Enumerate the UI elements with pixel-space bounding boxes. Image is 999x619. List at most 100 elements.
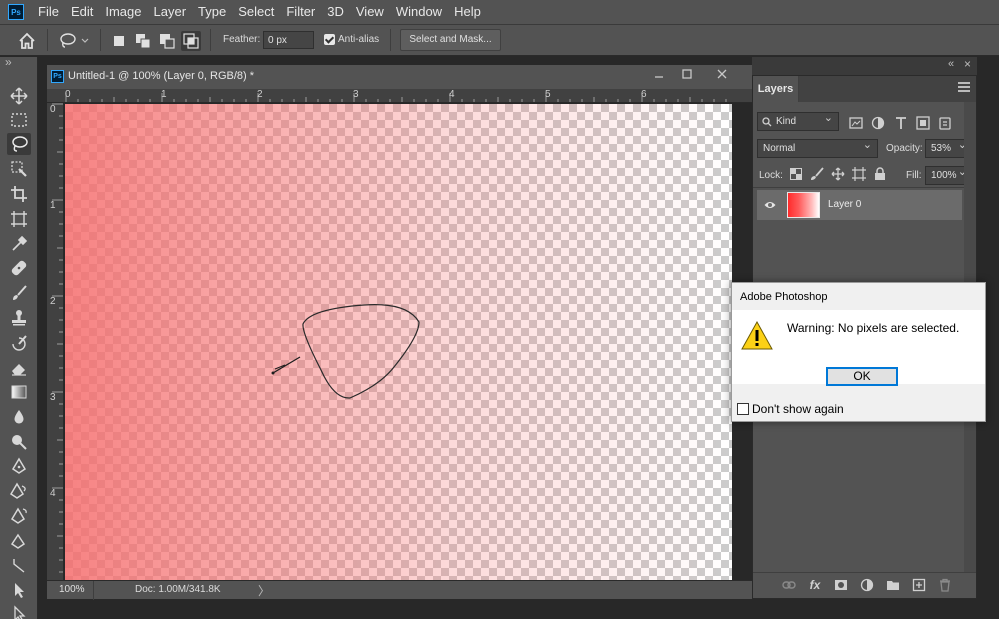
add-anchor-tool[interactable] <box>7 530 31 552</box>
home-icon[interactable] <box>17 31 37 51</box>
toolbar-collapse-icon[interactable]: » <box>5 55 12 69</box>
minimize-button[interactable] <box>646 65 672 85</box>
lock-transparent-pixels-icon[interactable] <box>790 168 802 180</box>
document-tab[interactable]: Ps Untitled-1 @ 100% (Layer 0, RGB/8) * <box>47 65 752 89</box>
feather-input[interactable] <box>263 31 314 49</box>
canvas-area[interactable] <box>64 103 752 580</box>
menu-view[interactable]: View <box>350 0 390 24</box>
blend-mode-dropdown[interactable]: Normal <box>757 139 878 158</box>
dialog-title: Adobe Photoshop <box>740 291 827 303</box>
smart-object-filter-icon[interactable] <box>938 116 952 130</box>
ok-button[interactable]: OK <box>826 367 898 386</box>
rect-marquee-tool[interactable] <box>7 109 31 131</box>
eraser-tool[interactable] <box>7 357 31 379</box>
select-and-mask-button[interactable]: Select and Mask... <box>400 29 501 51</box>
ruler-top-label: 6 <box>641 89 647 100</box>
group-folder-icon[interactable] <box>886 578 900 592</box>
gradient-tool[interactable] <box>7 381 31 403</box>
layers-tab[interactable]: Layers <box>753 76 799 102</box>
menu-layer[interactable]: Layer <box>148 0 193 24</box>
path-select-tool[interactable] <box>7 579 31 601</box>
curvature-pen-tool[interactable] <box>7 505 31 527</box>
subtract-from-selection-icon[interactable] <box>157 31 177 51</box>
lock-position-icon[interactable] <box>831 167 845 181</box>
adjustment-icon[interactable] <box>860 578 874 592</box>
eye-icon[interactable] <box>764 199 776 211</box>
menu-image[interactable]: Image <box>99 0 147 24</box>
stamp-tool[interactable] <box>7 307 31 329</box>
lasso-preset-icon[interactable] <box>58 31 90 51</box>
mask-icon[interactable] <box>834 578 848 592</box>
line-icon <box>10 556 28 574</box>
layer-filter-dropdown[interactable]: Kind <box>757 112 839 131</box>
history-brush-tool[interactable] <box>7 332 31 354</box>
fx-icon[interactable]: fx <box>808 578 822 592</box>
search-icon <box>762 117 772 127</box>
menu-bar: Ps File Edit Image Layer Type Select Fil… <box>0 0 999 24</box>
menu-select[interactable]: Select <box>232 0 280 24</box>
freeform-pen-tool[interactable] <box>7 480 31 502</box>
menu-3d[interactable]: 3D <box>321 0 350 24</box>
blend-mode-value: Normal <box>763 143 795 154</box>
healing-brush-tool[interactable] <box>7 257 31 279</box>
blur-drop-icon <box>10 408 28 426</box>
zoom-level[interactable]: 100% <box>59 584 85 595</box>
crop-tool[interactable] <box>7 183 31 205</box>
dodge-tool[interactable] <box>7 431 31 453</box>
lock-label: Lock: <box>759 170 783 181</box>
layer-thumbnail[interactable] <box>787 192 820 218</box>
ruler-top-label: 4 <box>449 89 455 100</box>
brush-tool[interactable] <box>7 282 31 304</box>
anti-alias-checkbox[interactable] <box>324 34 335 45</box>
adjustment-filter-icon[interactable] <box>871 116 885 130</box>
lasso-tool[interactable] <box>7 133 31 155</box>
lock-image-pixels-icon[interactable] <box>810 167 824 181</box>
anchor-pen-icon <box>10 532 28 550</box>
close-document-button[interactable] <box>709 65 735 85</box>
pen-tool[interactable] <box>7 455 31 477</box>
new-selection-icon[interactable] <box>109 31 129 51</box>
collapse-panels-icon[interactable]: « <box>948 58 954 70</box>
trash-icon[interactable] <box>938 578 952 592</box>
lasso-path-overlay <box>64 103 752 580</box>
ruler-left-label: 1 <box>50 200 56 211</box>
fill-value: 100% <box>931 170 957 181</box>
direct-select-icon <box>10 605 28 619</box>
eyedropper-tool[interactable] <box>7 233 31 255</box>
direct-select-tool[interactable] <box>7 603 31 619</box>
menu-filter[interactable]: Filter <box>280 0 321 24</box>
shape-filter-icon[interactable] <box>916 116 930 130</box>
close-panel-icon[interactable]: × <box>964 57 971 71</box>
horizontal-ruler[interactable]: 0 1 2 3 4 5 6 <box>47 89 752 103</box>
menu-window[interactable]: Window <box>390 0 448 24</box>
status-menu-arrow-icon[interactable]: 〉 <box>258 582 270 599</box>
warning-icon <box>741 321 773 351</box>
frame-tool[interactable] <box>7 208 31 230</box>
intersect-selection-icon[interactable] <box>181 31 201 51</box>
ruler-top-label: 3 <box>353 89 359 100</box>
document-window: Ps Untitled-1 @ 100% (Layer 0, RGB/8) * … <box>47 65 752 599</box>
lock-all-icon[interactable] <box>874 167 886 181</box>
move-tool[interactable] <box>7 85 31 107</box>
opacity-value: 53% <box>931 143 951 154</box>
pixel-filter-icon[interactable] <box>849 116 863 130</box>
menu-help[interactable]: Help <box>448 0 487 24</box>
vertical-ruler[interactable]: 0 1 2 3 4 <box>47 103 64 580</box>
lock-artboard-icon[interactable] <box>852 167 866 181</box>
type-filter-icon[interactable] <box>894 116 908 130</box>
dont-show-again-label[interactable]: Don't show again <box>752 402 844 416</box>
panel-menu-icon[interactable] <box>958 82 970 92</box>
line-tool[interactable] <box>7 554 31 576</box>
dont-show-again-checkbox[interactable] <box>737 403 749 415</box>
menu-type[interactable]: Type <box>192 0 232 24</box>
add-to-selection-icon[interactable] <box>133 31 153 51</box>
link-icon[interactable] <box>782 578 796 592</box>
blur-tool[interactable] <box>7 406 31 428</box>
layer-row[interactable]: Layer 0 <box>757 190 962 220</box>
menu-edit[interactable]: Edit <box>65 0 99 24</box>
quick-select-tool[interactable] <box>7 158 31 180</box>
maximize-button[interactable] <box>674 65 700 85</box>
menu-file[interactable]: File <box>32 0 65 24</box>
layer-name[interactable]: Layer 0 <box>828 199 861 210</box>
new-layer-icon[interactable] <box>912 578 926 592</box>
